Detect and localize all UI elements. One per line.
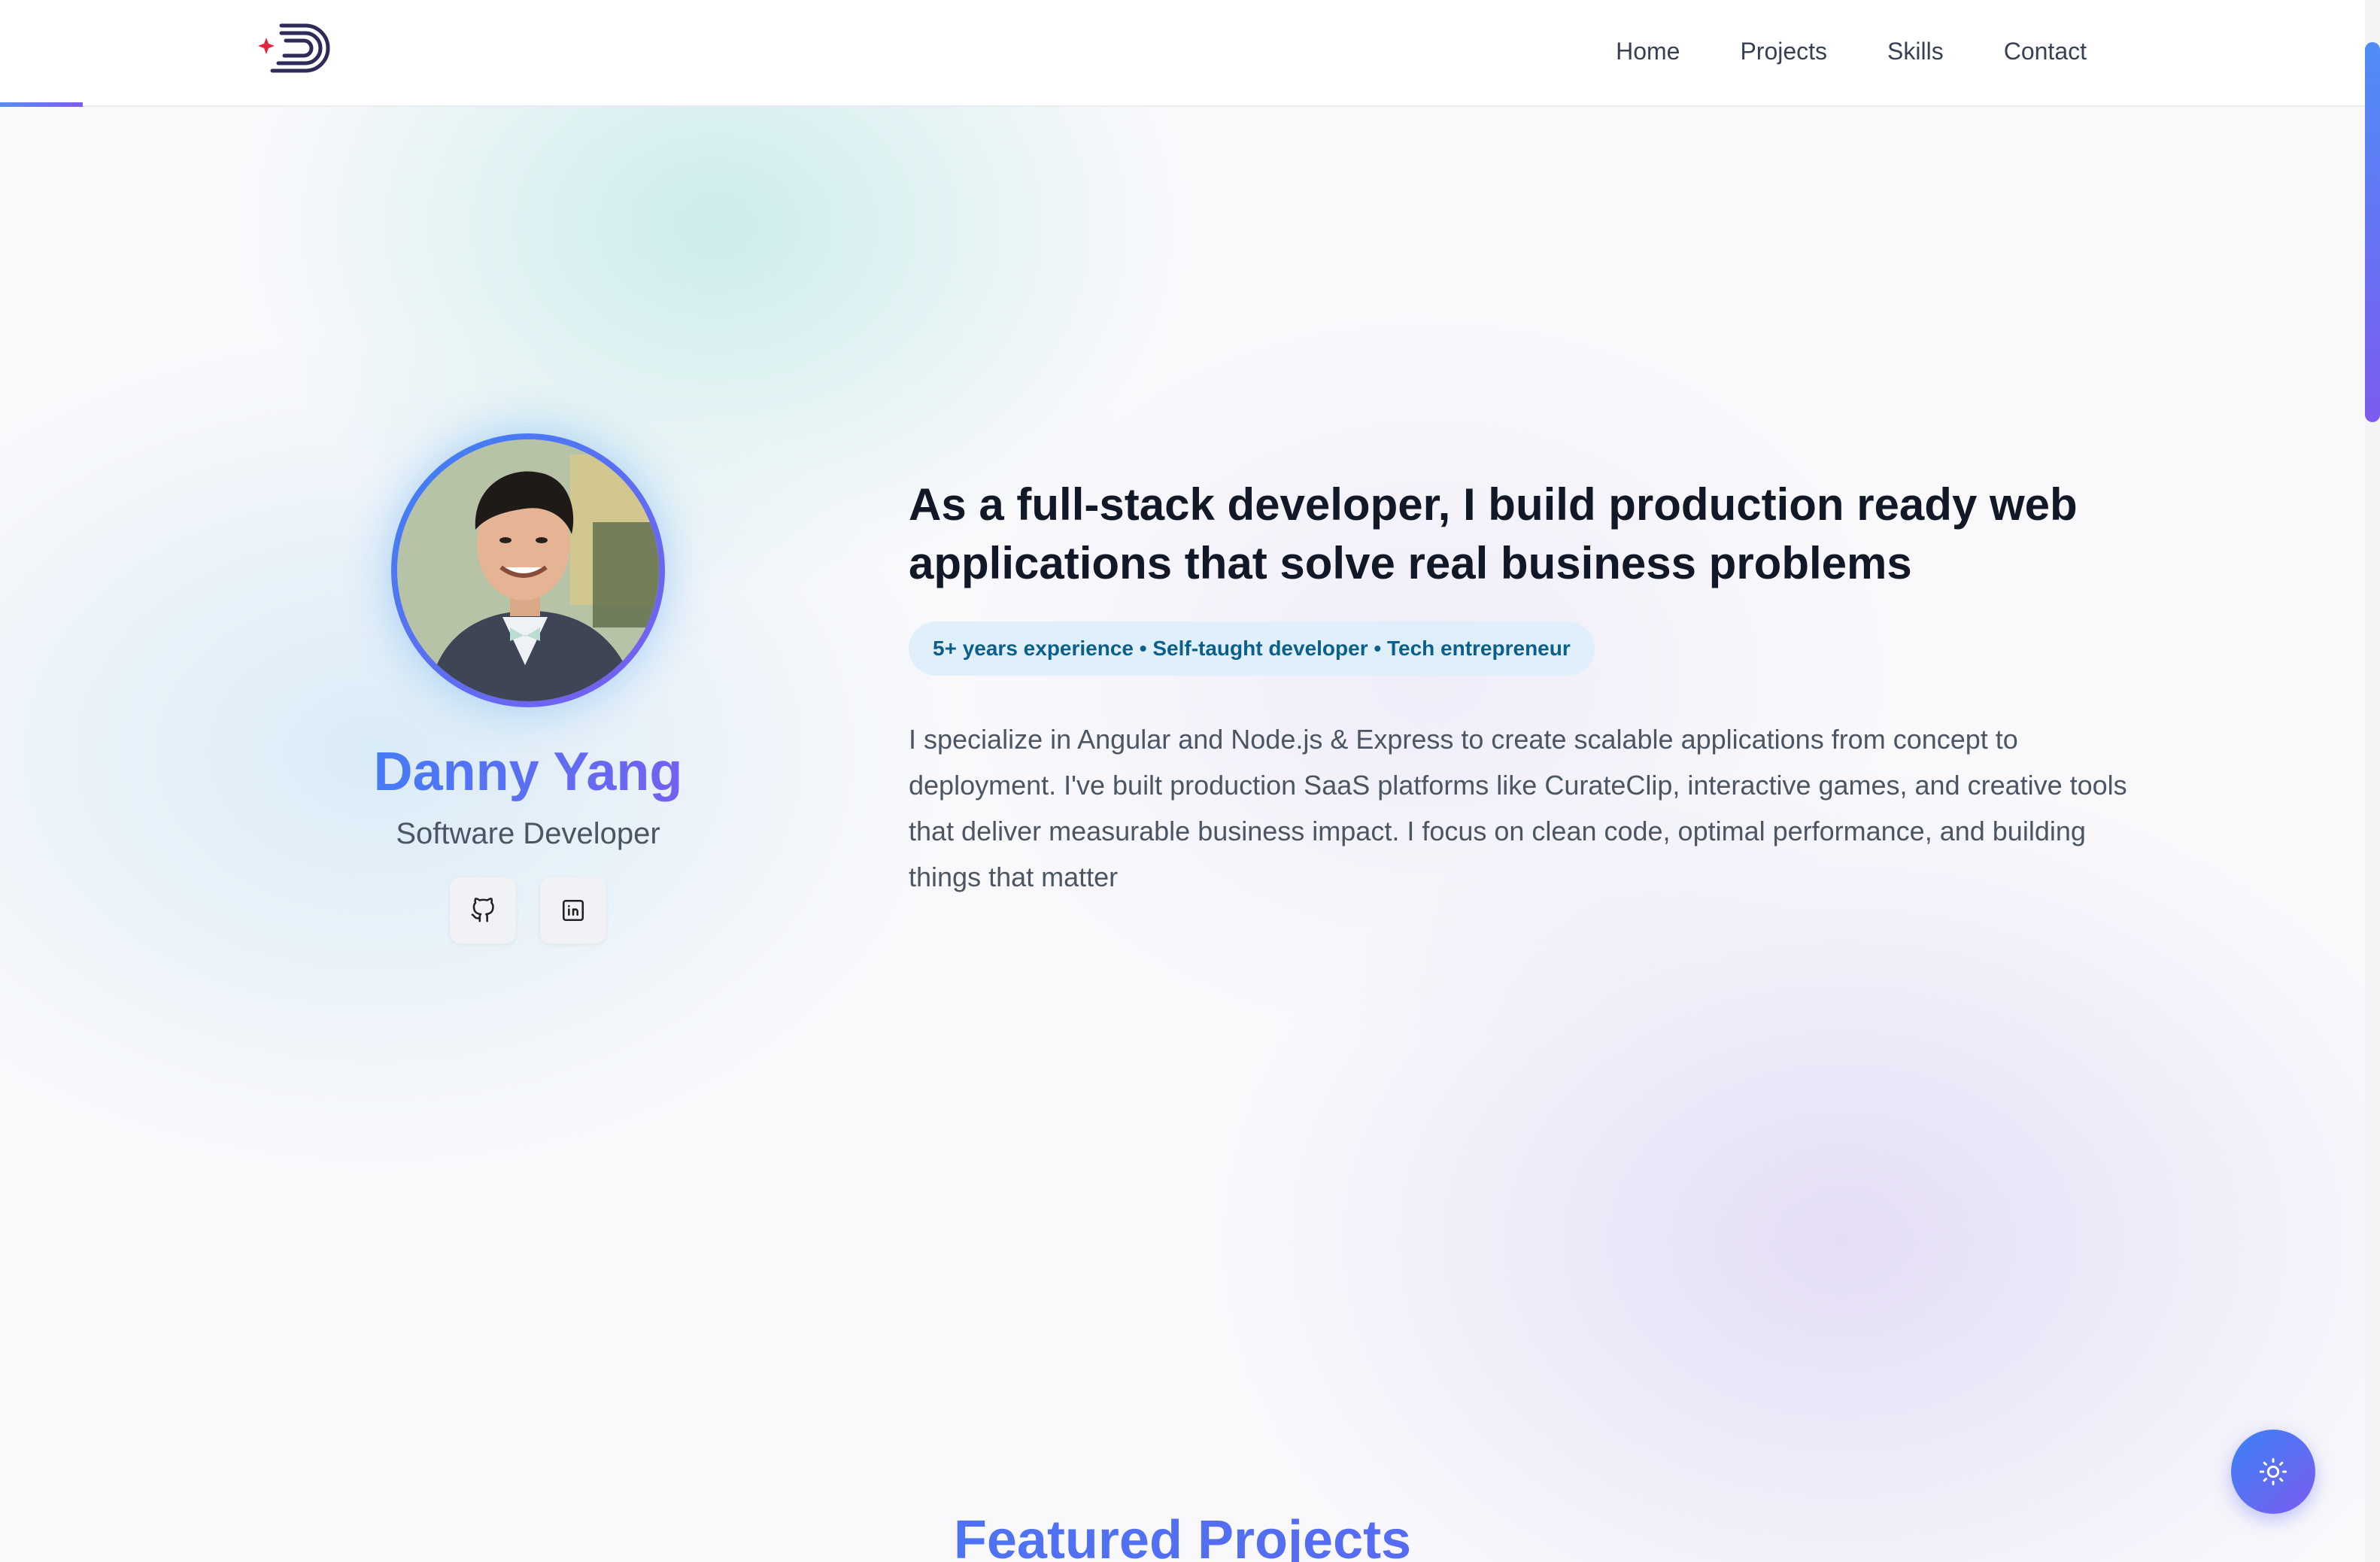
nav-contact-link[interactable]: Contact bbox=[2004, 38, 2087, 65]
scroll-progress-bar bbox=[0, 102, 83, 107]
avatar-ring bbox=[391, 433, 665, 707]
profile-role: Software Developer bbox=[396, 817, 660, 850]
avatar bbox=[397, 439, 659, 701]
site-header: Home Projects Skills Contact bbox=[0, 0, 2365, 107]
linkedin-icon bbox=[562, 899, 584, 922]
profile-name: Danny Yang bbox=[301, 741, 755, 803]
logo-icon bbox=[258, 23, 330, 73]
sun-icon bbox=[2259, 1457, 2287, 1486]
github-icon bbox=[471, 898, 494, 922]
scrollbar-thumb[interactable] bbox=[2365, 42, 2380, 422]
linkedin-button[interactable] bbox=[540, 877, 606, 944]
logo[interactable] bbox=[256, 18, 331, 78]
theme-toggle-button[interactable] bbox=[2231, 1430, 2315, 1514]
hero-headline: As a full-stack developer, I build produ… bbox=[909, 479, 2078, 588]
featured-projects-title: Featured Projects bbox=[0, 1509, 2365, 1562]
experience-badge: 5+ years experience • Self-taught develo… bbox=[909, 621, 1595, 676]
avatar-portrait bbox=[397, 439, 659, 701]
nav-skills-link[interactable]: Skills bbox=[1887, 38, 1944, 65]
hero-bio: I specialize in Angular and Node.js & Ex… bbox=[909, 724, 2127, 892]
social-links bbox=[450, 877, 606, 944]
nav-projects-link[interactable]: Projects bbox=[1740, 38, 1827, 65]
scrollbar-track[interactable] bbox=[2365, 0, 2380, 1562]
github-button[interactable] bbox=[450, 877, 516, 944]
main-nav: Home Projects Skills Contact bbox=[1616, 38, 2087, 65]
nav-home-link[interactable]: Home bbox=[1616, 38, 1680, 65]
